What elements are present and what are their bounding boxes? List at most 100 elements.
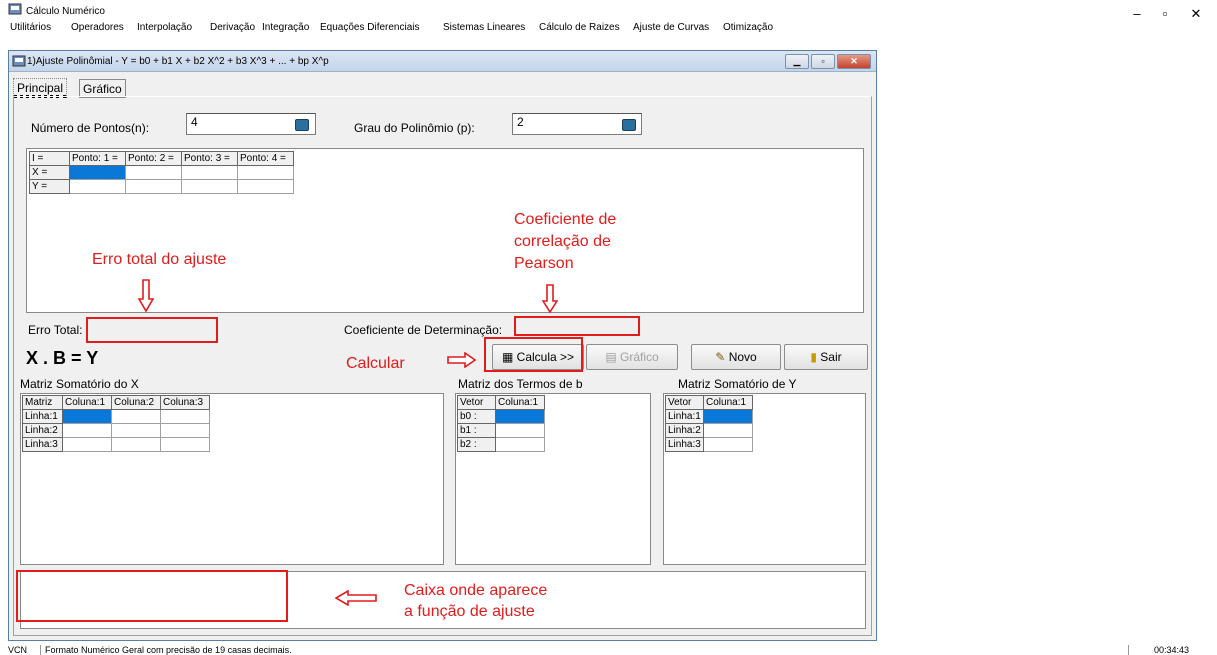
matriz-b-grid: Vetor Coluna:1 b0 : b1 : b2 : — [455, 393, 651, 565]
grid-cell[interactable] — [237, 179, 294, 194]
chart-icon: ▤ — [605, 350, 617, 364]
menu-ajuste-curvas[interactable]: Ajuste de Curvas — [633, 22, 709, 33]
annotation-caixa-2: a função de ajuste — [404, 603, 535, 620]
n-points-label: Número de Pontos(n): — [31, 121, 150, 135]
menu-bar: Utilitários Operadores Interpolação Deri… — [0, 22, 900, 38]
matriz-b-row-label: b0 : — [457, 409, 496, 424]
grid-cell[interactable] — [62, 409, 112, 424]
highlight-erro-total — [86, 317, 218, 343]
degree-value: 2 — [517, 115, 524, 129]
matriz-x-grid: Matriz Coluna:1 Coluna:2 Coluna:3 Linha:… — [20, 393, 444, 565]
annotation-pearson-1: Coeficiente de — [514, 211, 617, 228]
grafico-button[interactable]: ▤ Gráfico — [586, 344, 678, 370]
grid-cell[interactable] — [69, 165, 126, 180]
menu-integracao[interactable]: Integração — [262, 22, 309, 33]
matriz-x-table: Matriz Coluna:1 Coluna:2 Coluna:3 Linha:… — [22, 395, 210, 452]
grid-cell[interactable] — [62, 437, 112, 452]
annotation-caixa-1: Caixa onde aparece — [404, 582, 548, 599]
grid-cell[interactable] — [69, 179, 126, 194]
matriz-b-row-label: b1 : — [457, 423, 496, 438]
grid-cell[interactable] — [160, 423, 210, 438]
matriz-y-header: Vetor — [665, 395, 704, 410]
child-minimize-button[interactable]: ▁ — [785, 54, 809, 69]
points-row-label: X = — [29, 165, 70, 180]
pencil-icon: ✎ — [715, 350, 726, 364]
grid-cell[interactable] — [495, 437, 545, 452]
minimize-button[interactable]: – — [1127, 6, 1147, 21]
highlight-funcao-ajuste — [16, 570, 288, 622]
menu-interpolacao[interactable]: Interpolação — [137, 22, 192, 33]
arrow-left-icon — [335, 590, 377, 606]
grid-cell[interactable] — [703, 437, 753, 452]
menu-utilitarios[interactable]: Utilitários — [10, 22, 51, 33]
n-points-calc-icon[interactable] — [295, 119, 309, 131]
novo-label: Novo — [728, 350, 757, 364]
equation-label: X . B = Y — [26, 348, 99, 368]
sair-button[interactable]: ▮ Sair — [784, 344, 868, 370]
matriz-y-row-label: Linha:3 — [665, 437, 704, 452]
grid-cell[interactable] — [111, 409, 161, 424]
grid-cell[interactable] — [62, 423, 112, 438]
arrow-right-icon — [447, 352, 477, 368]
menu-equacoes-diferenciais[interactable]: Equações Diferenciais — [320, 22, 420, 33]
app-title: Cálculo Numérico — [26, 6, 105, 17]
maximize-button[interactable]: ▫ — [1155, 6, 1175, 21]
matriz-x-header: Matriz — [22, 395, 63, 410]
status-message: Formato Numérico Geral com precisão de 1… — [40, 645, 292, 655]
menu-otimizacao[interactable]: Otimização — [723, 22, 773, 33]
grid-cell[interactable] — [237, 165, 294, 180]
child-maximize-button[interactable]: ▫ — [811, 54, 835, 69]
child-close-button[interactable]: ✕ — [837, 54, 871, 69]
matriz-y-table: Vetor Coluna:1 Linha:1 Linha:2 Linha:3 — [665, 395, 753, 452]
grid-cell[interactable] — [495, 409, 545, 424]
status-bar: VCN Formato Numérico Geral com precisão … — [0, 645, 1217, 655]
grid-cell[interactable] — [181, 165, 238, 180]
grid-cell[interactable] — [181, 179, 238, 194]
matriz-b-row-label: b2 : — [457, 437, 496, 452]
n-points-value: 4 — [191, 115, 198, 129]
grid-cell[interactable] — [495, 423, 545, 438]
tab-principal[interactable]: Principal — [13, 78, 68, 98]
grid-cell[interactable] — [703, 409, 753, 424]
menu-derivacao[interactable]: Derivação — [210, 22, 255, 33]
grid-cell[interactable] — [111, 423, 161, 438]
menu-sistemas-lineares[interactable]: Sistemas Lineares — [443, 22, 525, 33]
arrow-down-icon — [138, 279, 154, 313]
arrow-down-icon — [542, 284, 558, 314]
highlight-coef-determinacao — [514, 316, 640, 336]
points-header: I = — [29, 151, 70, 166]
child-window-title: 1)Ajuste Polinômial - Y = b0 + b1 X + b2… — [27, 56, 329, 67]
app-titlebar: Cálculo Numérico – ▫ ✕ — [0, 0, 1217, 22]
points-table: I = Ponto: 1 = Ponto: 2 = Ponto: 3 = Pon… — [29, 151, 294, 194]
grid-cell[interactable] — [125, 165, 182, 180]
sair-label: Sair — [820, 350, 842, 364]
matriz-x-row-label: Linha:2 — [22, 423, 63, 438]
grid-cell[interactable] — [125, 179, 182, 194]
points-header: Ponto: 1 = — [69, 151, 126, 166]
status-mode: VCN — [8, 645, 28, 655]
annotation-calcular: Calcular — [346, 355, 405, 372]
highlight-calcula-button — [484, 337, 583, 372]
matriz-y-title: Matriz Somatório de Y — [678, 377, 797, 391]
novo-button[interactable]: ✎ Novo — [691, 344, 781, 370]
matriz-b-header: Vetor — [457, 395, 496, 410]
principal-panel: Número de Pontos(n): 4 Grau do Polinômio… — [13, 96, 872, 636]
menu-calculo-raizes[interactable]: Cálculo de Raizes — [539, 22, 620, 33]
grid-cell[interactable] — [111, 437, 161, 452]
matriz-x-row-label: Linha:3 — [22, 437, 63, 452]
status-time: 00:34:43 — [1128, 645, 1214, 655]
close-button[interactable]: ✕ — [1186, 6, 1206, 22]
grid-cell[interactable] — [703, 423, 753, 438]
matriz-x-header: Coluna:3 — [160, 395, 210, 410]
degree-calc-icon[interactable] — [622, 119, 636, 131]
grid-cell[interactable] — [160, 409, 210, 424]
ajuste-polinomial-window: 1)Ajuste Polinômial - Y = b0 + b1 X + b2… — [8, 50, 877, 641]
window-icon — [12, 55, 26, 67]
points-header: Ponto: 3 = — [181, 151, 238, 166]
grid-cell[interactable] — [160, 437, 210, 452]
points-header: Ponto: 2 = — [125, 151, 182, 166]
degree-label: Grau do Polinômio (p): — [354, 121, 475, 135]
annotation-pearson-2: correlação de — [514, 233, 611, 250]
menu-operadores[interactable]: Operadores — [71, 22, 124, 33]
erro-total-label: Erro Total: — [28, 323, 83, 337]
